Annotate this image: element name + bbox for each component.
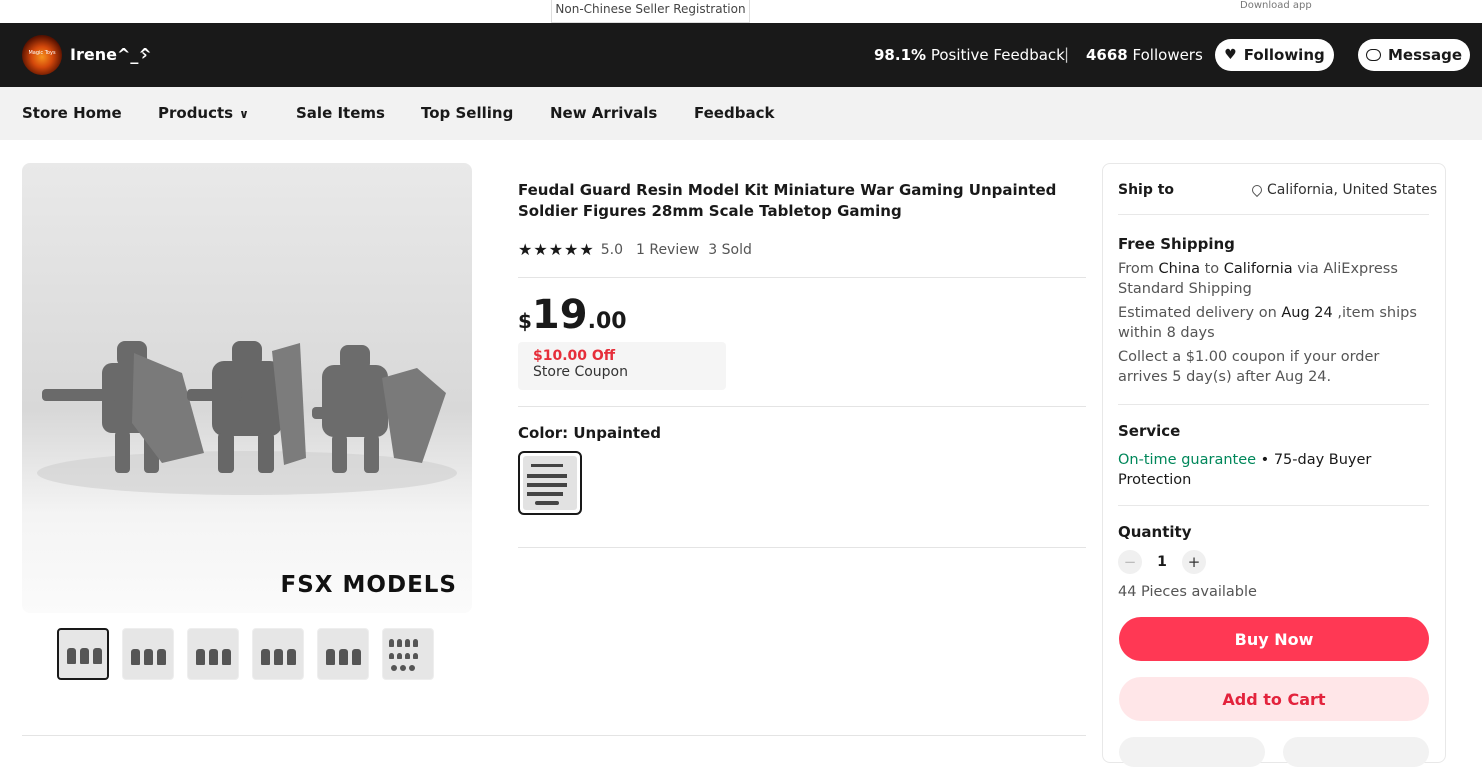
divider: [1118, 505, 1429, 506]
avatar-logo-text: Magic Toys: [28, 50, 56, 56]
delivery-prefix: Estimated delivery on: [1118, 305, 1282, 321]
nav-products-label: Products: [158, 104, 234, 122]
store-header: Magic Toys Irene^_^ › 98.1% Positive Fee…: [0, 23, 1482, 87]
coupon-type: Store Coupon: [533, 364, 628, 380]
location-pin-icon: [1249, 182, 1265, 198]
coupon-amount: $10.00 Off: [533, 348, 616, 364]
divider: [1118, 404, 1429, 405]
feedback-label: Positive Feedback: [930, 46, 1065, 64]
color-option-unpainted[interactable]: [518, 451, 582, 515]
thumbnail-1[interactable]: [57, 628, 109, 680]
divider: [1118, 214, 1429, 215]
rating-row: ★★★★★ 5.0 1 Review 3 Sold: [518, 240, 752, 259]
share-button[interactable]: [1119, 737, 1265, 767]
add-to-cart-button[interactable]: Add to Cart: [1119, 677, 1429, 721]
rating-value: 5.0: [600, 241, 623, 258]
nav-new-arrivals[interactable]: New Arrivals: [550, 104, 657, 122]
message-label: Message: [1388, 46, 1462, 64]
delivery-coupon-note: Collect a $1.00 coupon if your order arr…: [1118, 349, 1380, 385]
color-label: Color: Unpainted: [518, 424, 661, 442]
service-details: On-time guarantee • 75-day Buyer Protect…: [1118, 450, 1423, 490]
chat-bubble-icon: [1366, 49, 1381, 61]
store-avatar[interactable]: Magic Toys: [22, 35, 62, 75]
price-integer: 19: [531, 292, 588, 338]
feedback-percent: 98.1%: [874, 46, 927, 64]
quantity-decrease-button[interactable]: −: [1118, 550, 1142, 574]
price-currency: $: [518, 309, 532, 333]
thumbnail-strip: [57, 628, 434, 680]
shipping-from-prefix: From: [1118, 261, 1159, 277]
nav-top-selling[interactable]: Top Selling: [421, 104, 513, 122]
store-nav: Store Home Products ∨ Sale Items Top Sell…: [0, 87, 1482, 140]
quantity-value[interactable]: 1: [1142, 554, 1182, 570]
thumbnail-2[interactable]: [122, 628, 174, 680]
sold-count: 3 Sold: [708, 241, 752, 258]
thumbnail-6[interactable]: [382, 628, 434, 680]
thumbnail-5[interactable]: [317, 628, 369, 680]
nav-store-home[interactable]: Store Home: [22, 104, 122, 122]
shipping-route: From China to California via AliExpress …: [1118, 259, 1423, 299]
free-shipping-title: Free Shipping: [1118, 235, 1235, 253]
download-app-link[interactable]: Download app: [1240, 0, 1312, 11]
store-coupon[interactable]: $10.00 Off Store Coupon: [518, 342, 726, 390]
quantity-increase-button[interactable]: +: [1182, 550, 1206, 574]
nav-feedback[interactable]: Feedback: [694, 104, 774, 122]
miniatures-illustration: [37, 341, 457, 495]
location-text: California, United States: [1267, 182, 1438, 198]
thumbnail-3[interactable]: [187, 628, 239, 680]
ship-to-location[interactable]: California, United States: [1249, 182, 1438, 198]
product-price: $19.00: [518, 292, 627, 338]
top-strip: Non-Chinese Seller Registration Download…: [0, 0, 1482, 23]
seller-registration-link[interactable]: Non-Chinese Seller Registration: [551, 0, 750, 23]
review-count-link[interactable]: 1 Review: [636, 242, 699, 258]
following-button[interactable]: ♥ Following: [1215, 39, 1334, 71]
chevron-down-icon: ∨: [239, 107, 249, 121]
swatch-image: [523, 456, 577, 510]
positive-feedback: 98.1% Positive Feedback: [874, 46, 1065, 64]
product-title: Feudal Guard Resin Model Kit Miniature W…: [518, 181, 1057, 220]
followers: 4668 Followers: [1086, 46, 1203, 64]
divider: [22, 735, 1086, 736]
nav-products[interactable]: Products ∨: [158, 104, 249, 122]
quantity-title: Quantity: [1118, 523, 1192, 541]
nav-sale-items[interactable]: Sale Items: [296, 104, 385, 122]
followers-label: Followers: [1132, 46, 1203, 64]
divider: [518, 277, 1086, 278]
shipping-to-word: to: [1199, 261, 1224, 277]
heart-icon: ♥: [1224, 47, 1237, 63]
image-watermark: FSX MODELS: [280, 572, 457, 598]
following-label: Following: [1243, 46, 1325, 64]
price-decimal: .00: [587, 309, 627, 334]
wishlist-button[interactable]: [1283, 737, 1429, 767]
product-main-image[interactable]: FSX MODELS: [22, 163, 472, 613]
shipping-origin: China: [1158, 261, 1200, 277]
delivery-date: Aug 24: [1281, 305, 1333, 321]
buy-now-button[interactable]: Buy Now: [1119, 617, 1429, 661]
pieces-available: 44 Pieces available: [1118, 584, 1257, 600]
divider: [518, 406, 1086, 407]
shipping-destination: California: [1223, 261, 1293, 277]
thumbnail-4[interactable]: [252, 628, 304, 680]
estimated-delivery: Estimated delivery on Aug 24 ,item ships…: [1118, 303, 1423, 343]
followers-count: 4668: [1086, 46, 1128, 64]
message-button[interactable]: Message: [1358, 39, 1470, 71]
service-title: Service: [1118, 422, 1181, 440]
store-name[interactable]: Irene^_^: [70, 45, 152, 64]
star-rating-icon: ★★★★★: [518, 240, 595, 259]
header-divider: |: [1064, 45, 1070, 63]
on-time-guarantee-link[interactable]: On-time guarantee: [1118, 452, 1256, 468]
ship-to-label: Ship to: [1118, 182, 1175, 198]
quantity-stepper: − 1 +: [1118, 550, 1206, 574]
chevron-right-icon[interactable]: ›: [141, 45, 148, 64]
divider: [518, 547, 1086, 548]
